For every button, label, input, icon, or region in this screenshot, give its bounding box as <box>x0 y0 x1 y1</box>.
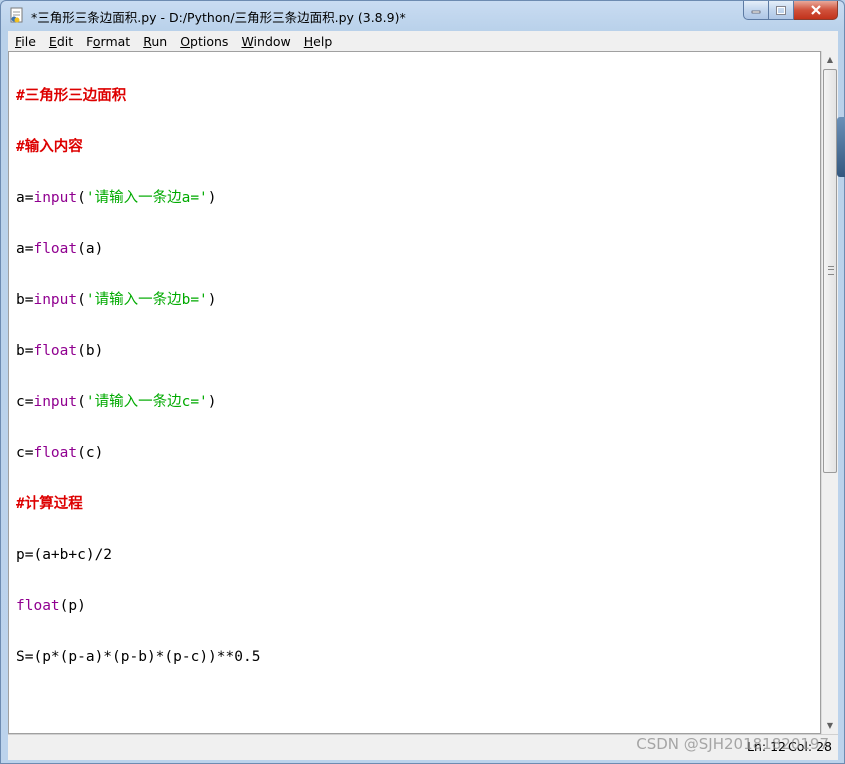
code-line: float(p) <box>16 598 86 614</box>
close-icon <box>810 5 821 15</box>
maximize-icon <box>776 5 786 15</box>
window-controls <box>743 1 838 21</box>
close-button[interactable] <box>794 1 838 20</box>
minimize-icon <box>751 10 761 14</box>
menu-help[interactable]: Help <box>297 34 339 49</box>
code-editor[interactable]: #三角形三边面积 #输入内容 a=input('请输入一条边a=') a=flo… <box>8 51 821 734</box>
scroll-up-arrow-icon[interactable]: ▲ <box>822 51 838 68</box>
code-line: S=(p*(p-a)*(p-b)*(p-c))**0.5 <box>16 649 261 665</box>
code-line: #三角形三边面积 <box>16 88 127 104</box>
vertical-scrollbar[interactable]: ▲ ▼ <box>821 51 838 734</box>
code-line: a=float(a) <box>16 241 104 257</box>
maximize-button[interactable] <box>769 1 794 20</box>
code-line: b=float(b) <box>16 343 104 359</box>
title-bar[interactable]: *三角形三条边面积.py - D:/Python/三角形三条边面积.py (3.… <box>1 1 844 31</box>
idle-editor-window: *三角形三条边面积.py - D:/Python/三角形三条边面积.py (3.… <box>0 0 845 764</box>
code-line: b=input('请输入一条边b=') <box>16 292 217 308</box>
minimize-button[interactable] <box>743 1 769 20</box>
menu-file[interactable]: File <box>8 34 42 49</box>
thumb-grip-icon <box>828 266 834 275</box>
background-window-edge <box>837 117 845 177</box>
code-line: c=input('请输入一条边c=') <box>16 394 217 410</box>
window-title: *三角形三条边面积.py - D:/Python/三角形三条边面积.py (3.… <box>31 10 406 25</box>
scroll-down-arrow-icon[interactable]: ▼ <box>822 717 838 734</box>
code-line: a=input('请输入一条边a=') <box>16 190 217 206</box>
python-file-icon <box>10 7 23 23</box>
menu-edit[interactable]: Edit <box>42 34 79 49</box>
menu-format[interactable]: Format <box>79 34 136 49</box>
code-line: #计算过程 <box>16 496 83 512</box>
menu-bar: File Edit Format Run Options Window Help <box>8 31 838 52</box>
code-line: p=(a+b+c)/2 <box>16 547 113 563</box>
code-text[interactable]: #三角形三边面积 #输入内容 a=input('请输入一条边a=') a=flo… <box>16 54 260 700</box>
menu-window[interactable]: Window <box>234 34 296 49</box>
menu-options[interactable]: Options <box>173 34 234 49</box>
code-line: c=float(c) <box>16 445 104 461</box>
scrollbar-thumb[interactable] <box>823 69 837 473</box>
menu-run[interactable]: Run <box>136 34 173 49</box>
csdn-watermark: CSDN @SJH20181820197 <box>636 735 829 753</box>
code-line: #输入内容 <box>16 139 83 155</box>
